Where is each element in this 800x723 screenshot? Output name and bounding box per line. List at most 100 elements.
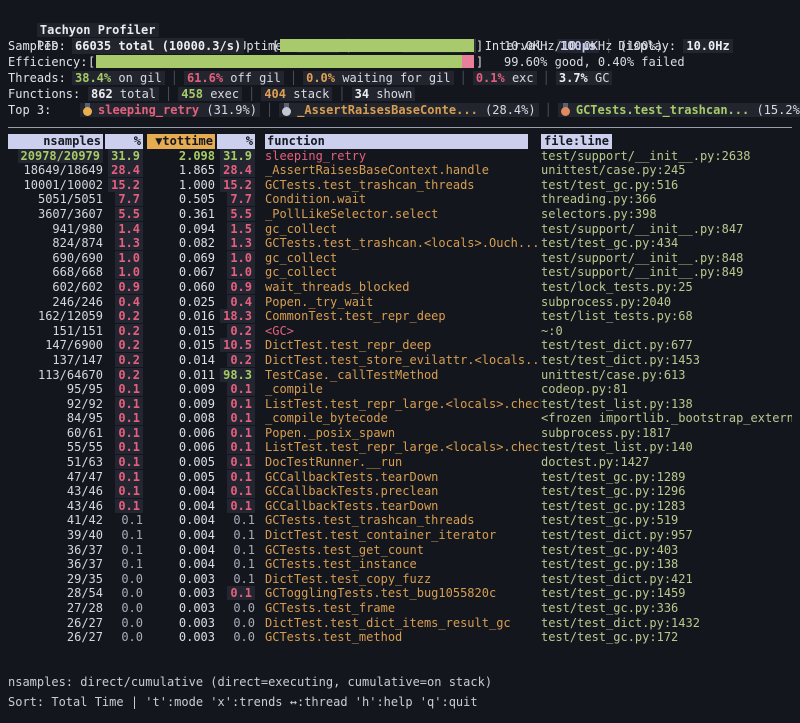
cell-tottime: 0.003 <box>147 586 217 601</box>
threads-segment: 38.4% on gil <box>72 71 165 85</box>
pct-cum-value: 0.1 <box>233 528 255 542</box>
cell-function: DictTest.test_container_iterator <box>259 528 541 543</box>
threads-segment: 0.1% exc <box>473 71 537 85</box>
functions-segment: 34 shown <box>352 87 416 101</box>
pct-cum-value: 0.0 <box>233 616 255 630</box>
file-line-value: test/test_gc.py:434 <box>541 236 678 250</box>
cell-tottime: 0.006 <box>147 440 217 455</box>
cell-function: <GC> <box>259 324 541 339</box>
column-header-tottime[interactable]: ▼tottime <box>147 134 217 149</box>
file-line-value: <frozen importlib._bootstrap_external <box>541 411 792 425</box>
tottime-value: 0.015 <box>179 324 215 338</box>
table-row: 246/2460.40.0250.4Popen._try_waitsubproc… <box>8 295 792 310</box>
table-row: 36/370.10.0040.1GCTests.test_get_countte… <box>8 543 792 558</box>
cell-nsamples: 27/28 <box>8 601 105 616</box>
cell-pct-cum: 7.7 <box>217 192 259 207</box>
nsamples-value: 95/95 <box>67 382 103 396</box>
cell-pct-cum: 5.5 <box>217 207 259 222</box>
function-name: GCCallbackTests.tearDown <box>265 470 438 484</box>
cell-pct-cum: 1.0 <box>217 265 259 280</box>
threads-value: 38.4% <box>75 71 111 85</box>
footer: nsamples: direct/cumulative (direct=exec… <box>8 672 492 712</box>
cell-function: gc_collect <box>259 222 541 237</box>
file-line-value: test/test_gc.py:1283 <box>541 499 686 513</box>
function-name: _compile_bytecode <box>265 411 388 425</box>
nsamples-value: 39/40 <box>67 528 103 542</box>
file-line-value: test/support/__init__.py:2638 <box>541 149 751 163</box>
nsamples-value: 43/46 <box>67 499 103 513</box>
functions-text: total <box>113 87 156 101</box>
column-header-pct-direct[interactable]: % <box>105 134 147 149</box>
pct-cum-value: 0.0 <box>233 601 255 615</box>
cell-pct-direct: 1.0 <box>105 265 147 280</box>
tottime-value: 0.004 <box>179 528 215 542</box>
pct-direct-value: 0.1 <box>115 411 143 425</box>
cell-file-line: test/test_gc.py:138 <box>541 557 792 572</box>
function-name: <GC> <box>265 324 294 338</box>
cell-function: Popen._try_wait <box>259 295 541 310</box>
table-row: 27/280.00.0030.0GCTests.test_frametest/t… <box>8 601 792 616</box>
nsamples-value: 690/690 <box>52 251 103 265</box>
column-header-function[interactable]: function <box>259 134 541 149</box>
cell-function: _PollLikeSelector.select <box>259 207 541 222</box>
cell-pct-direct: 31.9 <box>105 149 147 164</box>
cell-tottime: 0.003 <box>147 601 217 616</box>
nsamples-value: 113/64670 <box>38 368 103 382</box>
pct-direct-value: 7.7 <box>115 192 143 206</box>
top3-function-name: _AssertRaisesBaseConte... <box>297 103 478 117</box>
table-row: 151/1510.20.0150.2<GC>~:0 <box>8 324 792 339</box>
pct-cum-value: 1.0 <box>227 251 255 265</box>
cell-tottime: 0.014 <box>147 353 217 368</box>
pct-direct-value: 0.1 <box>115 499 143 513</box>
tottime-value: 0.003 <box>179 601 215 615</box>
app-title-line: Tachyon Profiler <box>8 6 792 22</box>
cell-function: gc_collect <box>259 265 541 280</box>
cell-function: DictTest.test_copy_fuzz <box>259 572 541 587</box>
cell-nsamples: 26/27 <box>8 616 105 631</box>
cell-tottime: 0.006 <box>147 426 217 441</box>
column-header-pct-cum[interactable]: % <box>217 134 259 149</box>
pct-cum-value: 10.5 <box>220 338 255 352</box>
pct-direct-value: 1.4 <box>115 222 143 236</box>
function-name: wait_threads_blocked <box>265 280 410 294</box>
tottime-value: 0.005 <box>179 455 215 469</box>
pct-cum-value: 0.1 <box>233 557 255 571</box>
cell-nsamples: 5051/5051 <box>8 192 105 207</box>
pct-direct-value: 0.9 <box>115 280 143 294</box>
functions-value: 862 <box>91 87 113 101</box>
cell-nsamples: 55/55 <box>8 440 105 455</box>
threads-text: exc <box>505 71 534 85</box>
cell-pct-cum: 0.1 <box>217 440 259 455</box>
efficiency-bar-good <box>96 55 462 68</box>
pct-cum-value: 0.9 <box>227 280 255 294</box>
cell-function: ListTest.test_repr_large.<locals>.check <box>259 397 541 412</box>
pct-direct-value: 0.2 <box>115 353 143 367</box>
pct-cum-value: 7.7 <box>227 192 255 206</box>
cell-nsamples: 36/37 <box>8 557 105 572</box>
top3-item[interactable]: sleeping_retry (31.9%) <box>80 103 260 117</box>
pct-direct-value: 0.1 <box>121 528 143 542</box>
top3-item[interactable]: _AssertRaisesBaseConte... (28.4%) <box>279 103 538 117</box>
cell-function: sleeping_retry <box>259 149 541 164</box>
tottime-value: 0.003 <box>179 586 215 600</box>
cell-nsamples: 3607/3607 <box>8 207 105 222</box>
pct-direct-value: 0.1 <box>121 513 143 527</box>
cell-pct-cum: 0.0 <box>217 601 259 616</box>
cell-nsamples: 137/147 <box>8 353 105 368</box>
column-header-file-line[interactable]: file:line <box>541 134 792 149</box>
cell-function: GCTests.test_frame <box>259 601 541 616</box>
pct-direct-value: 15.2 <box>108 178 143 192</box>
cell-pct-direct: 0.1 <box>105 455 147 470</box>
top3-item[interactable]: GCTests.test_trashcan... (15.2%) <box>558 103 800 117</box>
functions-line: Functions: 862 total│458 exec│404 stack│… <box>8 86 792 102</box>
pct-direct-value: 0.1 <box>115 484 143 498</box>
samples-total: 66035 total (10000.3/s) <box>72 38 244 54</box>
cell-pct-direct: 1.4 <box>105 222 147 237</box>
cell-tottime: 0.005 <box>147 470 217 485</box>
cell-file-line: test/support/__init__.py:2638 <box>541 149 792 164</box>
top3-function-name: sleeping_retry <box>98 103 199 117</box>
cell-nsamples: 113/64670 <box>8 368 105 383</box>
tottime-value: 0.016 <box>179 309 215 323</box>
cell-file-line: test/test_dict.py:1453 <box>541 353 792 368</box>
nsamples-value: 10001/10002 <box>24 178 103 192</box>
